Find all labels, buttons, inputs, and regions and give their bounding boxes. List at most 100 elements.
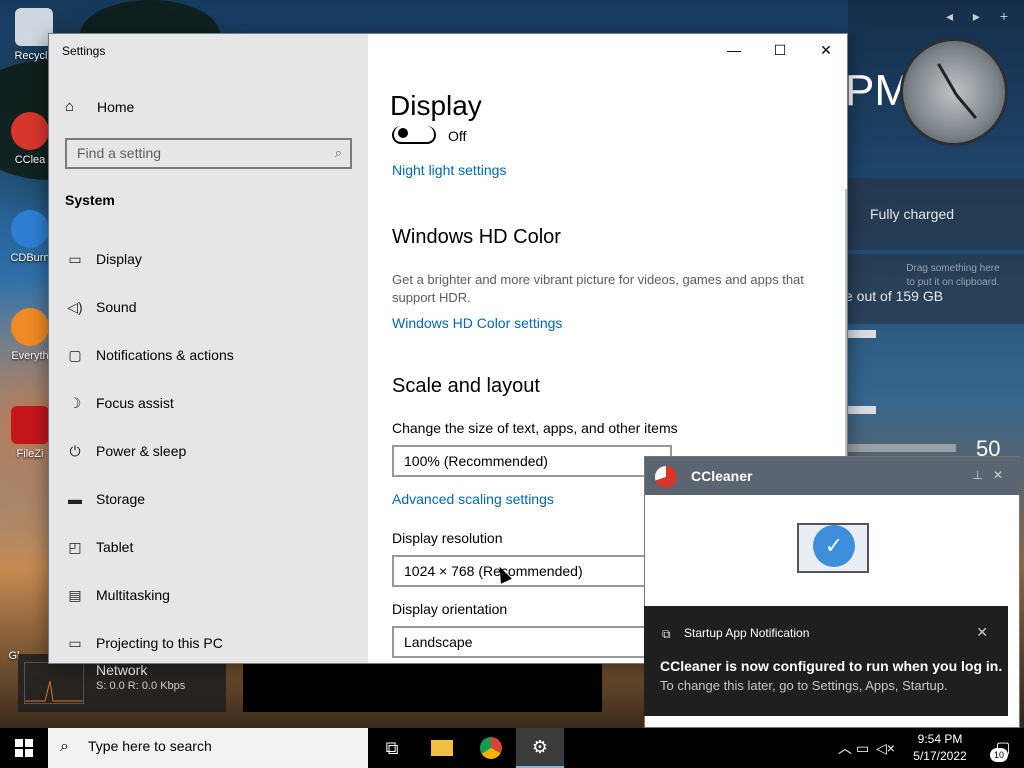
scale-label: Change the size of text, apps, and other… [392, 420, 678, 436]
settings-search-input[interactable] [77, 145, 317, 161]
network-icon[interactable]: ▭ [856, 740, 876, 757]
pin-icon[interactable]: ⊥ [972, 468, 992, 482]
window-controls: — ☐ ✕ [711, 34, 847, 66]
battery-status: Fully charged [870, 206, 955, 222]
storage-icon: ▬ [68, 491, 82, 507]
toast-title: CCleaner is now configured to run when y… [660, 658, 1003, 674]
network-graph [24, 662, 84, 704]
chevron-up-icon[interactable]: ︿ [838, 738, 856, 758]
network-stats: S: 0.0 R: 0.0 Kbps [96, 680, 186, 692]
search-icon[interactable]: ⌕ [335, 145, 342, 161]
hd-color-heading: Windows HD Color [392, 226, 561, 248]
toast-notification[interactable]: ⧉ Startup App Notification ✕ CCleaner is… [644, 606, 1008, 716]
nav-item-projecting[interactable]: ▭ Projecting to this PC [49, 619, 368, 663]
taskbar: ⌕ ⧉ ⚙ ︿ ▭ ◁× 9:54 PM 5/17/2022 ▢ 10 [0, 728, 1024, 768]
settings-gear-icon[interactable]: ⚙ [516, 728, 564, 768]
monitor-icon: ▭ [68, 250, 82, 267]
nav-item-tablet[interactable]: ◰ Tablet [49, 523, 368, 571]
ccleaner-header: CCleaner ⊥✕ [645, 457, 1021, 495]
volume-muted-icon[interactable]: ◁× [876, 740, 896, 757]
nav-item-focus-assist[interactable]: ☽ Focus assist [49, 379, 368, 427]
chrome-icon[interactable] [467, 728, 515, 768]
scale-value: 100% (Recommended) [404, 453, 548, 469]
clock-time: 9:54 PM [917, 732, 963, 746]
maximize-icon[interactable]: ☐ [757, 34, 803, 66]
close-icon[interactable]: ✕ [993, 468, 1013, 482]
network-graph-line [25, 680, 83, 702]
orientation-value: Landscape [404, 634, 473, 650]
ccleaner-icon [11, 112, 49, 150]
ccleaner-title: CCleaner [691, 468, 753, 484]
nav-item-notifications[interactable]: ▢ Notifications & actions [49, 331, 368, 379]
taskbar-clock[interactable]: 9:54 PM 5/17/2022 [904, 731, 976, 765]
disk-status: e out of 159 GB [845, 288, 944, 304]
nav-item-display[interactable]: ▭ Display [49, 235, 368, 283]
resolution-value: 1024 × 768 (Recommended) [404, 563, 583, 579]
resolution-label: Display resolution [392, 530, 503, 546]
message-icon: ▢ [68, 346, 82, 363]
window-title: Settings [62, 44, 106, 58]
orientation-dropdown[interactable]: Landscape [392, 626, 672, 658]
nav-item-power-sleep[interactable]: ⏻ Power & sleep [49, 427, 368, 475]
tablet-icon: ◰ [68, 538, 82, 555]
widget-bar [848, 330, 876, 338]
nav-home[interactable]: ⌂ Home [65, 98, 134, 115]
moon-icon: ☽ [68, 394, 82, 411]
clock-date: 5/17/2022 [913, 749, 967, 763]
taskbar-search-box[interactable]: ⌕ [48, 728, 368, 768]
ccleaner-header-controls: ⊥✕ [972, 468, 1013, 482]
close-icon[interactable]: ✕ [976, 624, 988, 641]
section-heading: System [65, 192, 115, 208]
night-light-state: Off [448, 128, 467, 144]
nav-item-multitasking[interactable]: ▤ Multitasking [49, 571, 368, 619]
widget-bar [848, 406, 876, 414]
scale-dropdown[interactable]: 100% (Recommended) ⌄ [392, 445, 672, 477]
multitasking-icon: ▤ [68, 586, 82, 603]
night-light-toggle[interactable] [392, 126, 436, 144]
file-explorer-icon[interactable] [418, 728, 466, 768]
analog-clock-widget [900, 38, 1008, 146]
scale-layout-heading: Scale and layout [392, 375, 540, 397]
settings-search-box[interactable]: ⌕ [65, 138, 352, 169]
widget-nav[interactable]: ◂ ▸ + [946, 8, 1016, 25]
clock-minute-hand [955, 94, 977, 119]
home-icon: ⌂ [65, 98, 75, 115]
nav-item-sound[interactable]: ◁) Sound [49, 283, 368, 331]
search-icon: ⌕ [60, 738, 69, 755]
toast-body: To change this later, go to Settings, Ap… [660, 678, 948, 693]
advanced-scaling-link[interactable]: Advanced scaling settings [392, 491, 554, 507]
task-view-icon[interactable]: ⧉ [368, 728, 416, 768]
clipboard-hint: Drag something here to put it on clipboa… [906, 263, 1000, 288]
home-label: Home [97, 98, 135, 115]
resolution-dropdown[interactable]: 1024 × 768 (Recommended) ⌄ [392, 555, 672, 587]
filezilla-icon [11, 406, 49, 444]
minimize-icon[interactable]: — [711, 34, 757, 66]
orientation-label: Display orientation [392, 601, 508, 617]
volume-bar[interactable] [848, 444, 956, 452]
windows-logo-icon [15, 739, 33, 757]
clock-hour-hand [937, 63, 958, 96]
cdburner-icon [11, 210, 49, 248]
everything-icon [11, 308, 49, 346]
projector-icon: ▭ [68, 634, 82, 651]
nav-item-storage[interactable]: ▬ Storage [49, 475, 368, 523]
settings-sidebar: Settings ⌂ Home ⌕ System ▭ Display ◁) So… [49, 34, 368, 663]
hd-color-settings-link[interactable]: Windows HD Color settings [392, 315, 562, 331]
desktop-widget-blank [243, 664, 602, 712]
taskbar-search-input[interactable] [88, 738, 348, 754]
ccleaner-logo-icon [655, 466, 677, 488]
hd-color-description: Get a brighter and more vibrant picture … [392, 272, 804, 305]
app-notification-icon: ⧉ [662, 627, 671, 641]
close-icon[interactable]: ✕ [803, 34, 847, 66]
power-icon: ⏻ [69, 442, 81, 459]
check-icon: ✓ [813, 525, 855, 567]
toast-app-name: Startup App Notification [684, 626, 810, 640]
system-tray: ︿ ▭ ◁× [838, 728, 896, 768]
night-light-settings-link[interactable]: Night light settings [392, 162, 506, 178]
page-title: Display [390, 90, 482, 121]
start-button[interactable] [0, 728, 48, 768]
toggle-knob [398, 128, 408, 138]
speaker-icon: ◁) [67, 298, 83, 315]
network-title: Network [96, 662, 148, 678]
notification-count-badge: 10 [990, 748, 1008, 762]
